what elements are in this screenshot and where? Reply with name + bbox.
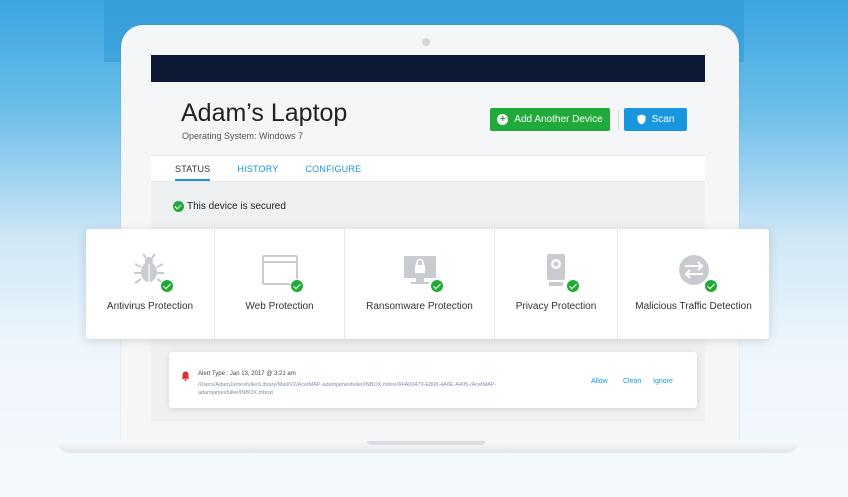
protection-cards: Antivirus Protection Web Protection Rans… <box>86 229 769 339</box>
card-malicious-traffic-detection[interactable]: Malicious Traffic Detection <box>618 229 769 339</box>
card-label: Privacy Protection <box>515 301 597 312</box>
card-label: Web Protection <box>245 301 314 312</box>
card-label: Ransomware Protection <box>366 301 473 312</box>
bug-icon <box>132 253 174 293</box>
button-divider <box>618 110 619 130</box>
card-label: Antivirus Protection <box>106 301 194 312</box>
add-device-button[interactable]: + Add Another Device <box>490 108 610 131</box>
check-badge-icon <box>160 279 174 293</box>
camera-dot <box>422 38 430 46</box>
top-navigation-bar <box>151 55 705 82</box>
card-web-protection[interactable]: Web Protection <box>215 229 345 339</box>
check-badge-icon <box>429 279 444 293</box>
alert-path-text: /Users/AdamJamesfuller/Library/Mail/V2/A… <box>198 382 497 396</box>
tab-history[interactable]: HISTORY <box>237 156 278 181</box>
check-badge-icon <box>289 279 304 293</box>
ignore-link[interactable]: Ignore <box>653 378 673 385</box>
check-badge-icon <box>703 279 718 293</box>
card-privacy-protection[interactable]: Privacy Protection <box>495 229 618 339</box>
allow-link[interactable]: Allow <box>591 378 608 385</box>
add-device-label: Add Another Device <box>514 114 603 125</box>
secured-status: This device is secured <box>173 201 286 212</box>
clean-link[interactable]: Clean <box>623 378 641 385</box>
os-label: Operating System: Windows 7 <box>182 131 304 141</box>
card-label: Malicious Traffic Detection <box>635 301 752 312</box>
check-circle-icon <box>173 201 184 212</box>
tab-configure[interactable]: CONFIGURE <box>305 156 361 181</box>
browser-window-icon <box>261 253 304 293</box>
shield-icon <box>637 114 646 125</box>
secured-status-text: This device is secured <box>187 201 286 212</box>
card-antivirus-protection[interactable]: Antivirus Protection <box>86 229 215 339</box>
webcam-icon <box>538 253 580 293</box>
card-ransomware-protection[interactable]: Ransomware Protection <box>345 229 495 339</box>
device-header: Adam’s Laptop Operating System: Windows … <box>151 82 705 155</box>
plus-circle-icon: + <box>497 114 509 125</box>
check-badge-icon <box>566 279 580 293</box>
laptop-notch <box>367 441 485 445</box>
bell-alert-icon <box>181 371 190 381</box>
locked-monitor-icon <box>402 253 444 293</box>
tab-bar: STATUS HISTORY CONFIGURE <box>151 155 705 182</box>
tab-status[interactable]: STATUS <box>175 156 211 181</box>
alert-type-text: Alert Type : Jan 13, 2017 @ 3:21 am <box>198 371 296 377</box>
traffic-arrows-icon <box>676 253 718 293</box>
page-title: Adam’s Laptop <box>181 99 348 127</box>
alert-item: Alert Type : Jan 13, 2017 @ 3:21 am /Use… <box>169 352 697 408</box>
scan-button[interactable]: Scan <box>624 108 687 131</box>
scan-label: Scan <box>651 114 675 125</box>
